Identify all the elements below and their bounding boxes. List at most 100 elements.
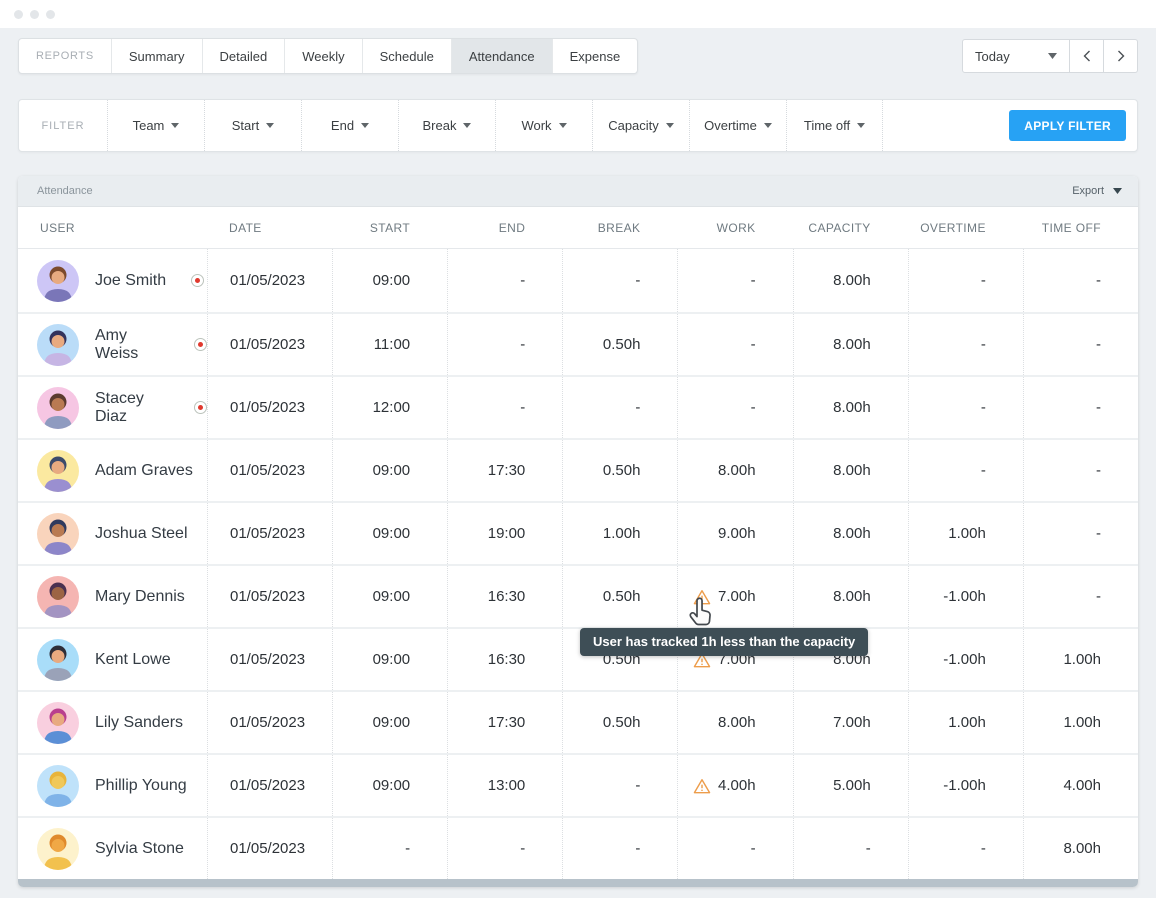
filter-label: FILTER [19,100,107,151]
table-row[interactable]: Amy Weiss 01/05/2023 11:00 - 0.50h - 8.0… [18,312,1138,375]
apply-filter-button[interactable]: APPLY FILTER [1009,110,1126,141]
column-header-date[interactable]: DATE [207,221,332,235]
date-cell: 01/05/2023 [207,377,332,438]
table-row[interactable]: Kent Lowe 01/05/2023 09:00 16:30 0.50h 7… [18,627,1138,690]
attendance-table: Attendance Export USER DATE START END BR… [18,176,1138,887]
export-dropdown[interactable]: Export [1072,185,1122,197]
prev-date-button[interactable] [1070,39,1104,73]
table-title: Attendance [37,185,93,197]
next-date-button[interactable] [1104,39,1138,73]
date-cell: 01/05/2023 [207,440,332,501]
avatar [37,702,79,744]
table-row[interactable]: Mary Dennis 01/05/2023 09:00 16:30 0.50h… [18,564,1138,627]
start-cell: 09:00 [332,249,447,312]
person-avatar-illustration [37,828,79,870]
overtime-cell: - [908,818,1023,879]
table-row[interactable]: Lily Sanders 01/05/2023 09:00 17:30 0.50… [18,690,1138,753]
date-cell: 01/05/2023 [207,629,332,690]
date-cell: 01/05/2023 [207,755,332,816]
column-header-timeoff[interactable]: TIME OFF [1023,221,1138,235]
user-name: Joshua Steel [95,525,188,543]
table-row[interactable]: Phillip Young 01/05/2023 09:00 13:00 - 4… [18,753,1138,816]
avatar [37,387,79,429]
warning-icon[interactable] [693,778,711,794]
chevron-left-icon [1083,50,1091,62]
work-value: - [751,399,756,416]
column-header-start[interactable]: START [332,221,447,235]
filter-timeoff-dropdown[interactable]: Time off [786,100,883,151]
filter-overtime-dropdown[interactable]: Overtime [689,100,786,151]
column-header-user[interactable]: USER [18,221,207,235]
timeoff-cell: 1.00h [1023,629,1138,690]
filter-start-dropdown[interactable]: Start [204,100,301,151]
table-row[interactable]: Sylvia Stone 01/05/2023 - - - - - - 8.00… [18,816,1138,879]
capacity-cell: - [793,818,908,879]
user-cell: Joe Smith [18,249,207,312]
avatar [37,513,79,555]
horizontal-scrollbar[interactable] [18,879,1138,887]
tab-detailed[interactable]: Detailed [202,39,285,73]
filter-end-dropdown[interactable]: End [301,100,398,151]
tab-weekly[interactable]: Weekly [284,39,361,73]
user-cell: Adam Graves [18,440,207,501]
avatar [37,260,79,302]
person-avatar-illustration [37,765,79,807]
table-row[interactable]: Joshua Steel 01/05/2023 09:00 19:00 1.00… [18,501,1138,564]
table-row[interactable]: Adam Graves 01/05/2023 09:00 17:30 0.50h… [18,438,1138,501]
start-cell: 09:00 [332,566,447,627]
timeoff-cell: - [1023,503,1138,564]
user-name: Kent Lowe [95,651,171,669]
user-name: Phillip Young [95,777,187,795]
column-header-overtime[interactable]: OVERTIME [908,221,1023,235]
date-range-select[interactable]: Today [962,39,1070,73]
start-cell: 09:00 [332,503,447,564]
start-cell: 11:00 [332,314,447,375]
column-header-break[interactable]: BREAK [562,221,677,235]
caret-down-icon [361,123,369,128]
tab-schedule[interactable]: Schedule [362,39,451,73]
person-avatar-illustration [37,576,79,618]
person-avatar-illustration [37,639,79,681]
filter-break-label: Break [423,118,457,133]
filter-break-dropdown[interactable]: Break [398,100,495,151]
person-avatar-illustration [37,387,79,429]
filter-team-label: Team [133,118,165,133]
column-header-end[interactable]: END [447,221,562,235]
date-range-value: Today [975,49,1010,64]
break-cell: 0.50h [562,692,677,753]
break-cell: 0.50h [562,440,677,501]
filter-team-dropdown[interactable]: Team [107,100,204,151]
window-control-dot [14,10,23,19]
filter-capacity-dropdown[interactable]: Capacity [592,100,689,151]
timeoff-cell: - [1023,566,1138,627]
break-cell: - [562,818,677,879]
table-row[interactable]: Stacey Diaz 01/05/2023 12:00 - - - 8.00h… [18,375,1138,438]
tab-attendance[interactable]: Attendance [451,39,552,73]
tab-summary[interactable]: Summary [111,39,202,73]
date-cell: 01/05/2023 [207,249,332,312]
user-cell: Lily Sanders [18,692,207,753]
caret-down-icon [171,123,179,128]
start-cell: - [332,818,447,879]
table-row[interactable]: Joe Smith 01/05/2023 09:00 - - - 8.00h -… [18,249,1138,312]
table-titlebar: Attendance Export [18,176,1138,207]
window-control-dot [46,10,55,19]
break-cell: 0.50h [562,566,677,627]
reports-tabbar: REPORTS Summary Detailed Weekly Schedule… [18,38,638,74]
capacity-cell: 8.00h [793,566,908,627]
user-name: Stacey Diaz [95,390,169,426]
user-name: Joe Smith [95,272,166,290]
work-value: 8.00h [718,462,756,479]
end-cell: - [447,818,562,879]
work-value: 7.00h [718,588,756,605]
tab-expense[interactable]: Expense [552,39,638,73]
capacity-cell: 8.00h [793,249,908,312]
column-header-capacity[interactable]: CAPACITY [793,221,908,235]
avatar [37,639,79,681]
filter-work-dropdown[interactable]: Work [495,100,592,151]
person-avatar-illustration [37,260,79,302]
overtime-cell: - [908,314,1023,375]
work-value: 4.00h [718,777,756,794]
user-cell: Kent Lowe [18,629,207,690]
column-header-work[interactable]: WORK [677,221,792,235]
